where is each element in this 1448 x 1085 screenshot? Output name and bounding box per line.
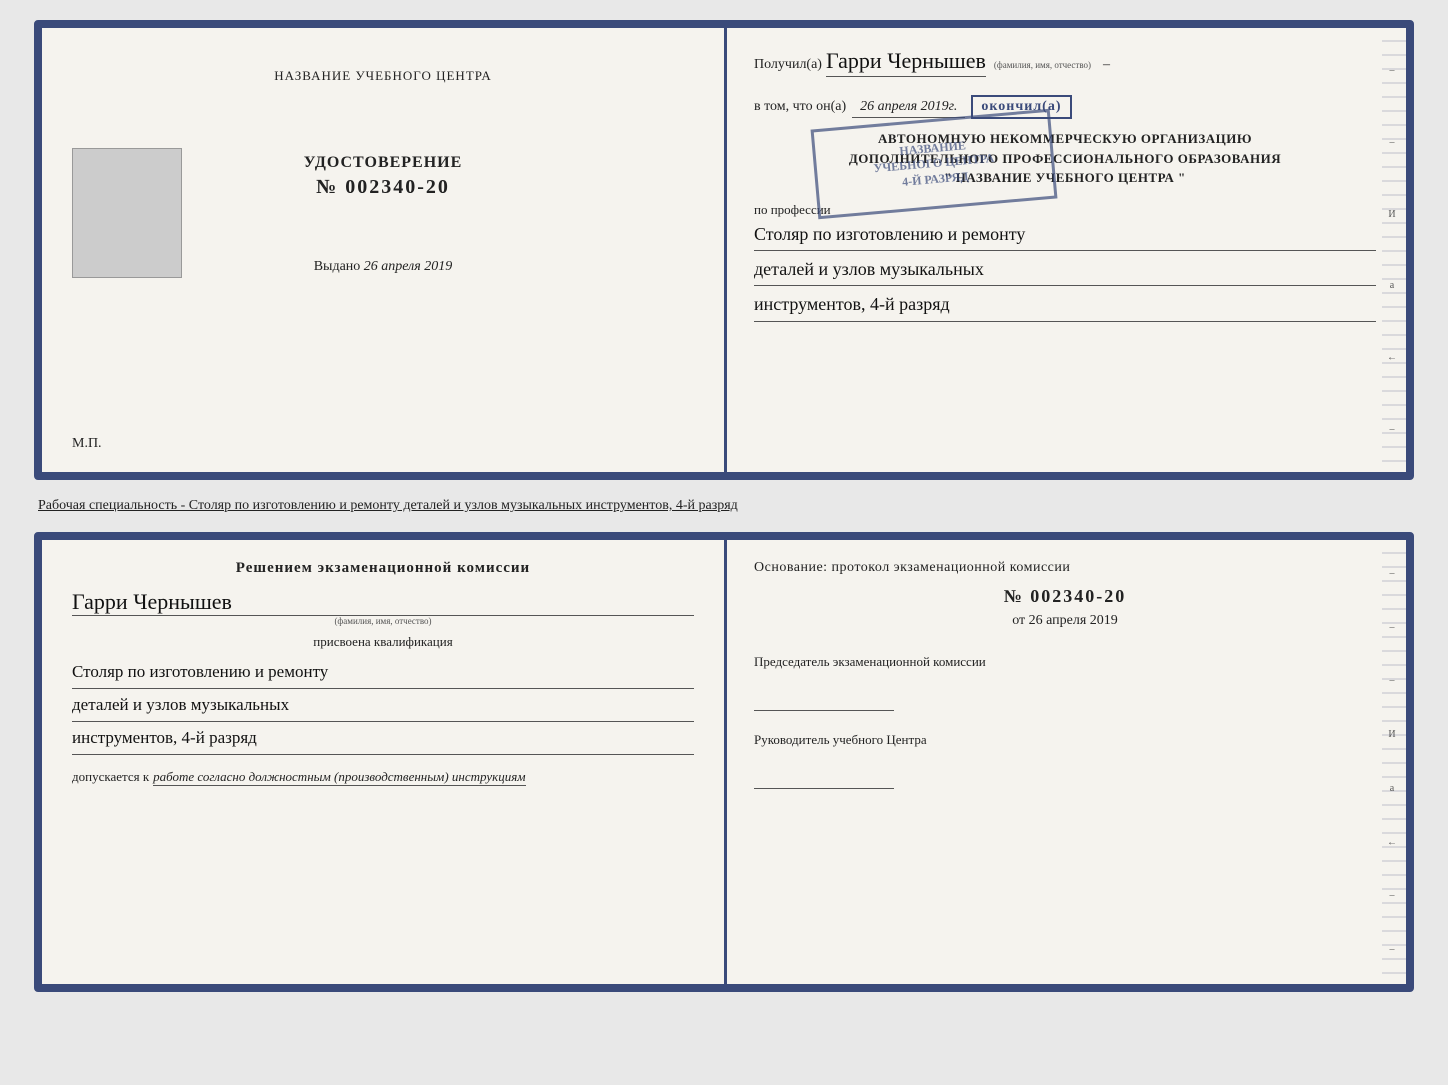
left-page-top: НАЗВАНИЕ УЧЕБНОГО ЦЕНТРА УДОСТОВЕРЕНИЕ №… xyxy=(42,28,724,472)
stamp-text: НАЗВАНИЕУЧЕБНОГО ЦЕНТРА4-й разряд xyxy=(872,135,997,192)
udostoverenie-block: УДОСТОВЕРЕНИЕ № 002340-20 xyxy=(304,154,463,199)
fio-hint-top: (фамилия, имя, отчество) xyxy=(994,60,1091,70)
fio-hint-bottom: (фамилия, имя, отчество) xyxy=(72,616,694,626)
vydano-date: 26 апреля 2019 xyxy=(364,259,452,274)
org-block: АВТОНОМНУЮ НЕКОММЕРЧЕСКУЮ ОРГАНИЗАЦИЮ ДО… xyxy=(754,129,1376,188)
vtom-block: в том, что он(а) 26 апреля 2019г. окончи… xyxy=(754,81,1376,188)
dopuskaetsya-block: допускается к работе согласно должностны… xyxy=(72,769,694,786)
bottom-document: Решением экзаменационной комиссии Гарри … xyxy=(34,532,1414,992)
qual-line1: Столяр по изготовлению и ремонту xyxy=(72,656,694,689)
side-deco-top-right: – – И а ← – xyxy=(1378,28,1406,472)
dash-top: – xyxy=(1103,57,1110,73)
predsedatel-label: Председатель экзаменационной комиссии xyxy=(754,654,986,669)
recipient-name-bottom: Гарри Чернышев xyxy=(72,589,694,615)
profession-line1: Столяр по изготовлению и ремонту xyxy=(754,218,1376,251)
vydano-label: Выдано xyxy=(314,259,361,274)
profession-line3: инструментов, 4-й разряд xyxy=(754,288,1376,321)
top-document: НАЗВАНИЕ УЧЕБНОГО ЦЕНТРА УДОСТОВЕРЕНИЕ №… xyxy=(34,20,1414,480)
prisvoena-label: присвоена квалификация xyxy=(72,634,694,650)
side-deco-bottom-right: – – – И а ← – – xyxy=(1378,540,1406,984)
name-block-bottom: Гарри Чернышев (фамилия, имя, отчество) xyxy=(72,589,694,626)
protocol-number: № 002340-20 xyxy=(754,586,1376,607)
vydano-line: Выдано 26 апреля 2019 xyxy=(314,259,453,275)
rukovoditel-block: Руководитель учебного Центра xyxy=(754,731,1376,789)
photo-placeholder xyxy=(72,148,182,278)
profession-line2: деталей и узлов музыкальных xyxy=(754,253,1376,286)
ot-date: от 26 апреля 2019 xyxy=(754,613,1376,629)
resheniem-text: Решением экзаменационной комиссии xyxy=(72,560,694,577)
ot-label: от xyxy=(1012,613,1025,628)
vtom-line: в том, что он(а) 26 апреля 2019г. окончи… xyxy=(754,95,1376,119)
page-divider-bottom xyxy=(724,540,727,984)
school-name-top: НАЗВАНИЕ УЧЕБНОГО ЦЕНТРА xyxy=(274,68,491,84)
udostoverenie-number: № 002340-20 xyxy=(304,176,463,199)
poluchil-line: Получил(а) Гарри Чернышев (фамилия, имя,… xyxy=(754,48,1376,77)
vtom-date: 26 апреля 2019г. xyxy=(852,99,965,118)
predsedatel-block: Председатель экзаменационной комиссии xyxy=(754,653,1376,711)
rukovoditel-sign-line xyxy=(754,769,894,789)
osnovanie-label: Основание: протокол экзаменационной коми… xyxy=(754,560,1376,576)
recipient-name: Гарри Чернышев xyxy=(826,48,986,77)
udostoverenie-title: УДОСТОВЕРЕНИЕ xyxy=(304,154,463,172)
right-page-bottom: Основание: протокол экзаменационной коми… xyxy=(724,540,1406,984)
dopuskaetsya-label: допускается к xyxy=(72,769,149,785)
qual-line3: инструментов, 4-й разряд xyxy=(72,722,694,755)
right-page-top: Получил(а) Гарри Чернышев (фамилия, имя,… xyxy=(724,28,1406,472)
poluchil-label: Получил(а) xyxy=(754,57,822,73)
rukovoditel-label: Руководитель учебного Центра xyxy=(754,732,927,747)
specialty-label: Рабочая специальность - Столяр по изгото… xyxy=(34,496,1414,516)
vtom-label: в том, что он(а) xyxy=(754,99,846,115)
qual-line2: деталей и узлов музыкальных xyxy=(72,689,694,722)
dopusk-text: работе согласно должностным (производств… xyxy=(153,769,525,786)
predsedatel-sign-line xyxy=(754,691,894,711)
mp-label: М.П. xyxy=(72,436,102,452)
ot-date-value: 26 апреля 2019 xyxy=(1029,613,1118,628)
profession-block: Столяр по изготовлению и ремонту деталей… xyxy=(754,218,1376,324)
qualification-block: Столяр по изготовлению и ремонту деталей… xyxy=(72,656,694,756)
left-page-bottom: Решением экзаменационной комиссии Гарри … xyxy=(42,540,724,984)
